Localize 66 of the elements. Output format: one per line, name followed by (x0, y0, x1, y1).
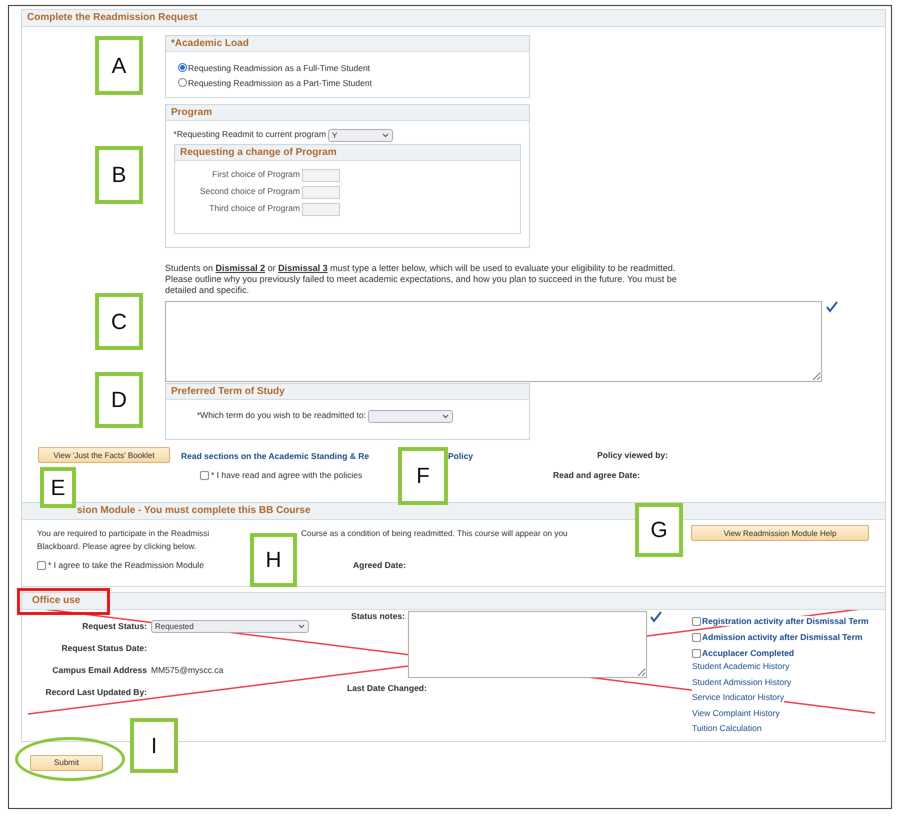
select-field[interactable]: Y (328, 129, 393, 142)
policy-link[interactable]: Read sections on the Academic Standing & Re (181, 451, 370, 461)
spellcheck-icon[interactable] (650, 611, 662, 623)
checkbox-label[interactable]: Accuplacer Completed (702, 648, 794, 658)
caret-icon (382, 133, 389, 138)
instructions-text: Students on Dismissal 2 or Dismissal 3 must type a letter below, which will be used to evaluate your eligibility to be readmitted. Please outline why you previously failed to meet academic expectations, and how you plan to succeed in the future. You must be detailed and specific. (165, 263, 678, 296)
callout-label: I (130, 718, 178, 773)
field-label: Read and agree Date: (553, 470, 640, 480)
checkbox[interactable] (692, 632, 701, 642)
checkbox-label: * I have read and agree with the policies (211, 470, 364, 480)
field-label: Second choice of Program (198, 186, 300, 196)
field-label: Third choice of Program (208, 203, 300, 213)
booklet-button[interactable]: View 'Just the Facts' Booklet (38, 447, 170, 463)
checkbox-label[interactable]: Admission activity after Dismissal Term (702, 632, 862, 642)
section-header: Office use (22, 593, 885, 610)
field-label: Last Date Changed: (347, 683, 427, 693)
select-field[interactable] (368, 410, 453, 423)
radio-button[interactable] (178, 63, 187, 72)
input-field[interactable] (302, 169, 340, 182)
spellcheck-icon[interactable] (826, 301, 838, 313)
callout-label: B (95, 146, 143, 204)
field-label: Request Status Date: (60, 643, 147, 653)
body-text: Blackboard. Please agree by clicking below. (37, 542, 196, 551)
callout-label: H (250, 533, 297, 587)
caret-icon (442, 414, 449, 419)
callout-label: F (398, 447, 448, 505)
radio-button[interactable] (178, 78, 187, 87)
help-button[interactable]: View Readmission Module Help (691, 525, 869, 541)
field-label: Agreed Date: (353, 560, 406, 570)
select-field[interactable]: Requested (151, 620, 309, 632)
panel-title: Complete the Readmission Request (22, 10, 885, 27)
section-header: Requesting a change of Program (175, 145, 520, 161)
checkbox[interactable] (692, 648, 701, 658)
policy-link[interactable]: Policy (448, 451, 474, 461)
body-text: Course as a condition of being readmitted. This course will appear on you (301, 529, 569, 538)
checkbox-label[interactable]: Registration activity after Dismissal Term (702, 616, 869, 626)
checkbox-label: * I agree to take the Readmission Module (48, 560, 205, 570)
field-label: Record Last Updated By: (44, 687, 147, 697)
field-label: *Requesting Readmit to current program (172, 129, 326, 139)
section-header: Preferred Term of Study (166, 384, 529, 400)
input-field[interactable] (302, 186, 340, 199)
callout-label: G (635, 503, 683, 557)
body-text: You are required to participate in the Readmissi (37, 529, 210, 538)
checkbox[interactable] (692, 616, 701, 626)
field-label: Campus Email Address (51, 665, 147, 675)
input-field[interactable] (302, 203, 340, 216)
field-label: First choice of Program (211, 169, 300, 179)
callout-label: A (95, 36, 143, 95)
field-value: MM575@myscc.ca (151, 665, 224, 675)
section-header: Program (166, 105, 529, 121)
field-label: Request Status: (81, 621, 147, 631)
radio-label: Requesting Readmission as a Part-Time Student (188, 78, 372, 88)
field-label: *Which term do you wish to be readmitted to: (196, 410, 366, 420)
caret-icon (298, 624, 305, 628)
checkbox[interactable] (37, 560, 46, 570)
section-header: *Academic Load (166, 36, 529, 52)
submit-button[interactable]: Submit (30, 754, 103, 770)
history-link[interactable]: Student Admission History (692, 676, 792, 692)
callout-label: D (95, 372, 143, 428)
callout-label: C (95, 293, 143, 350)
section-header: sion Module - You must complete this BB Course (22, 503, 885, 520)
checkbox[interactable] (200, 470, 209, 480)
field-label: Policy viewed by: (596, 450, 668, 460)
radio-label: Requesting Readmission as a Full-Time Student (188, 62, 370, 72)
callout-label: E (40, 467, 76, 508)
field-label: Status notes: (350, 611, 405, 623)
